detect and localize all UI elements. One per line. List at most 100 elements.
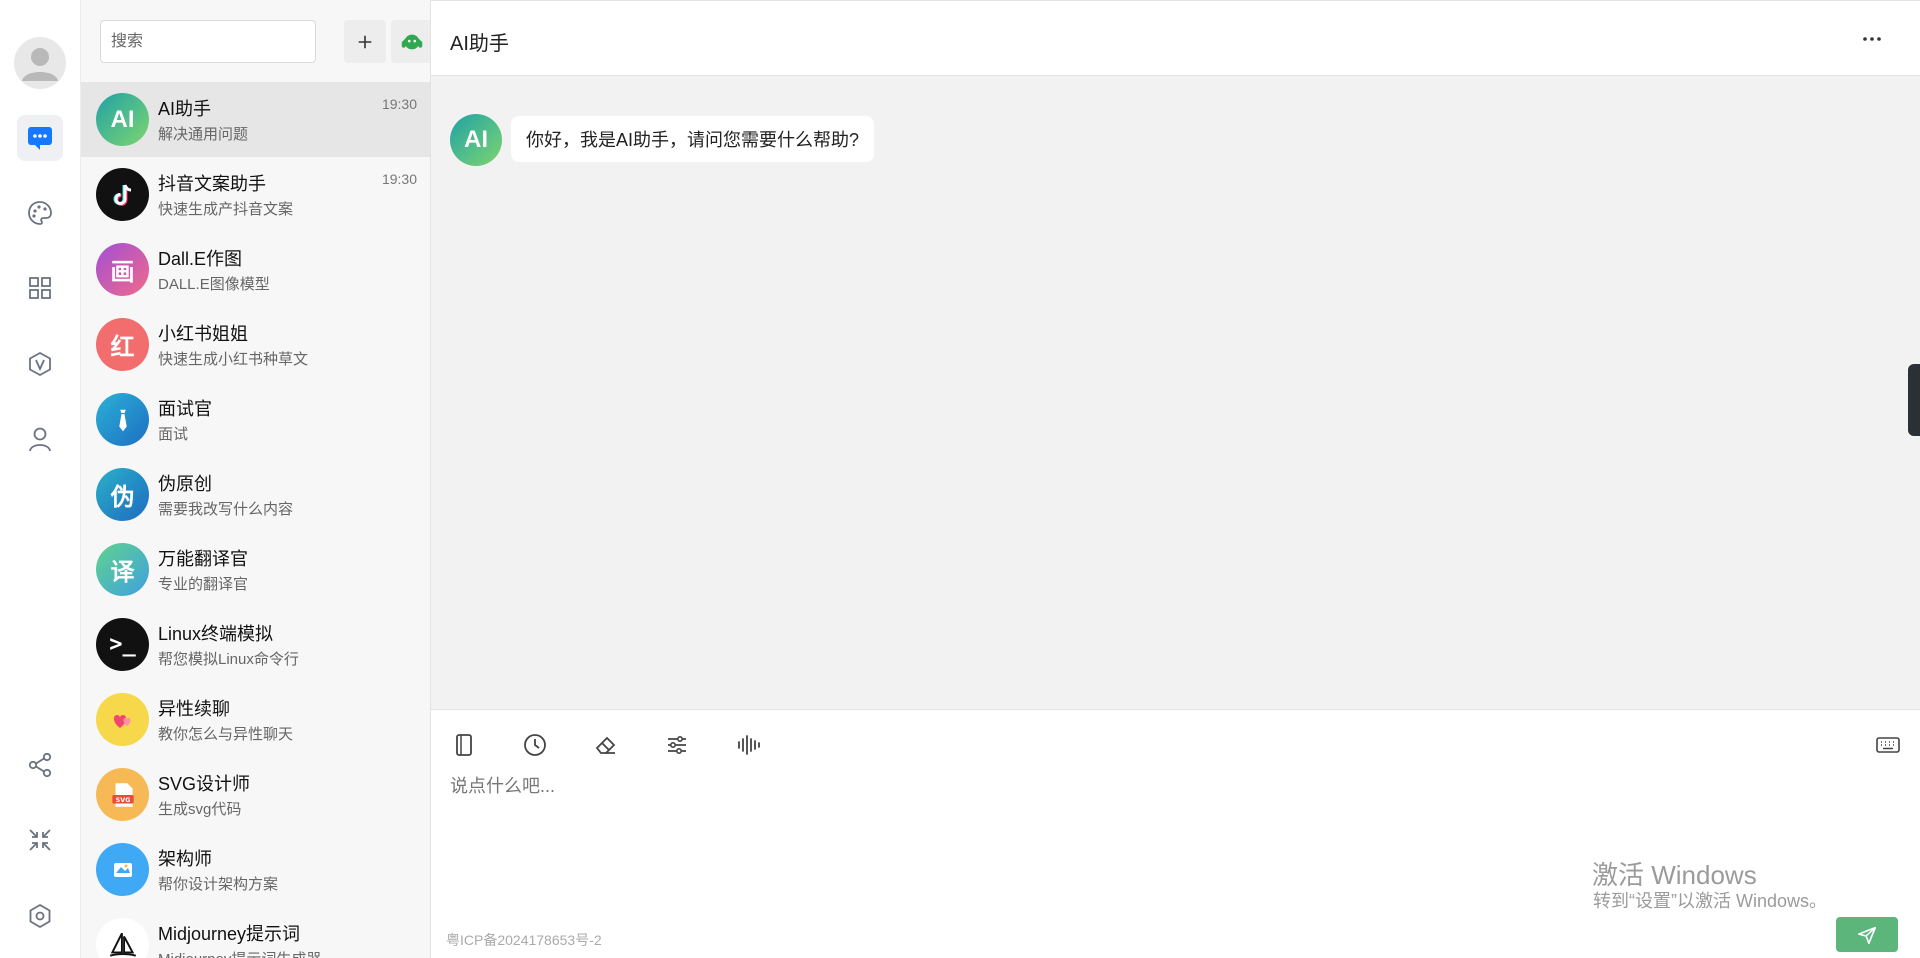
conversation-subtitle: DALL.E图像模型 bbox=[158, 276, 270, 293]
history-button[interactable] bbox=[521, 731, 549, 759]
message-area: AI 你好，我是AI助手，请问您需要什么帮助? bbox=[431, 76, 1920, 709]
icp-record-link[interactable]: 粤ICP备2024178653号-2 bbox=[446, 930, 602, 950]
conversation-avatar bbox=[96, 393, 149, 446]
settings-sliders-button[interactable] bbox=[663, 731, 691, 759]
v-badge-icon bbox=[29, 351, 51, 377]
conversation-title: 万能翻译官 bbox=[158, 549, 248, 569]
plus-icon bbox=[358, 35, 372, 48]
architecture-icon bbox=[113, 862, 132, 877]
conversation-item[interactable]: 伪 伪原创 需要我改写什么内容 bbox=[81, 457, 430, 532]
user-icon bbox=[29, 427, 51, 452]
svg-file-label: SVG bbox=[115, 795, 130, 803]
chat-title: AI助手 bbox=[450, 33, 509, 55]
conversation-avatar: >_ bbox=[96, 618, 149, 671]
chat-header: AI助手 bbox=[431, 0, 1920, 76]
conversation-item[interactable]: SVG SVG设计师 生成svg代码 bbox=[81, 757, 430, 832]
sliders-icon bbox=[668, 736, 686, 754]
support-button[interactable] bbox=[391, 20, 430, 63]
avatar-icon bbox=[22, 48, 58, 81]
conversation-avatar: AI bbox=[96, 93, 149, 146]
composer: 粤ICP备2024178653号-2 激活 Windows 转到“设置”以激活 … bbox=[431, 709, 1920, 958]
conversation-subtitle: 面试 bbox=[158, 426, 189, 443]
conversation-list: AI AI助手 解决通用问题 19:30 抖音文案助手 快速生成产抖音文案 19… bbox=[81, 82, 430, 958]
conversation-subtitle: 解决通用问题 bbox=[158, 126, 249, 143]
conversation-subtitle: 快速生成产抖音文案 bbox=[158, 201, 294, 218]
nav-palette[interactable] bbox=[17, 190, 63, 236]
add-button[interactable] bbox=[344, 20, 386, 63]
conversation-avatar bbox=[96, 918, 149, 958]
tiktok-icon bbox=[113, 183, 131, 206]
share-button[interactable] bbox=[17, 742, 63, 788]
history-icon bbox=[524, 734, 546, 756]
voice-button[interactable] bbox=[734, 731, 762, 759]
conversation-panel: AI AI助手 解决通用问题 19:30 抖音文案助手 快速生成产抖音文案 19… bbox=[81, 0, 431, 958]
conversation-item[interactable]: >_ Linux终端模拟 帮您模拟Linux命令行 bbox=[81, 607, 430, 682]
share-icon bbox=[28, 752, 52, 778]
conversation-title: Midjourney提示词 bbox=[158, 924, 301, 944]
conversation-avatar bbox=[96, 168, 149, 221]
conversation-item[interactable]: 架构师 帮你设计架构方案 bbox=[81, 832, 430, 907]
conversation-item[interactable]: AI AI助手 解决通用问题 19:30 bbox=[81, 82, 430, 157]
icon-rail bbox=[0, 0, 81, 958]
conversation-item[interactable]: 译 万能翻译官 专业的翻译官 bbox=[81, 532, 430, 607]
settings-button[interactable] bbox=[17, 893, 63, 939]
palette-icon bbox=[28, 201, 52, 225]
nav-chat[interactable] bbox=[17, 115, 63, 161]
conversation-avatar bbox=[96, 693, 149, 746]
windows-activation-subtitle: 转到“设置”以激活 Windows。 bbox=[1593, 891, 1828, 911]
notebook-button[interactable] bbox=[450, 731, 478, 759]
conversation-title: SVG设计师 bbox=[158, 774, 251, 794]
conversation-item[interactable]: Midjourney提示词 Midjourney提示词生成器 bbox=[81, 907, 430, 958]
conversation-item[interactable]: 异性续聊 教你怎么与异性聊天 bbox=[81, 682, 430, 757]
nav-user[interactable] bbox=[17, 416, 63, 462]
conversation-title: AI助手 bbox=[158, 99, 212, 119]
conversation-time: 19:30 bbox=[381, 171, 417, 187]
notebook-icon bbox=[456, 734, 472, 756]
conversation-subtitle: 帮您模拟Linux命令行 bbox=[158, 651, 299, 668]
conversation-subtitle: 生成svg代码 bbox=[158, 801, 242, 818]
conversation-item[interactable]: 红 小红书姐姐 快速生成小红书种草文 bbox=[81, 307, 430, 382]
conversation-avatar: 红 bbox=[96, 318, 149, 371]
side-panel-handle[interactable] bbox=[1908, 364, 1920, 436]
conversation-time: 19:30 bbox=[381, 96, 417, 112]
collapse-icon bbox=[29, 829, 51, 851]
more-button[interactable] bbox=[1860, 27, 1884, 51]
send-button[interactable] bbox=[1836, 917, 1898, 952]
conversation-title: Dall.E作图 bbox=[158, 249, 243, 269]
hearts-icon bbox=[113, 714, 131, 728]
conversation-item[interactable]: 画 Dall.E作图 DALL.E图像模型 bbox=[81, 232, 430, 307]
search-bar bbox=[100, 20, 430, 63]
nav-vip[interactable] bbox=[17, 341, 63, 387]
user-avatar[interactable] bbox=[14, 37, 66, 89]
conversation-title: 抖音文案助手 bbox=[158, 174, 266, 194]
conversation-avatar: SVG bbox=[96, 768, 149, 821]
collapse-button[interactable] bbox=[17, 817, 63, 863]
send-icon bbox=[1857, 926, 1877, 944]
necktie-icon bbox=[118, 409, 127, 431]
svg-file-icon: SVG bbox=[111, 782, 134, 807]
eraser-icon bbox=[595, 736, 616, 754]
conversation-avatar: 译 bbox=[96, 543, 149, 596]
conversation-title: 异性续聊 bbox=[158, 699, 230, 719]
search-input[interactable] bbox=[100, 20, 316, 63]
conversation-subtitle: 需要我改写什么内容 bbox=[158, 501, 294, 518]
voice-wave-icon bbox=[738, 735, 760, 755]
keyboard-icon bbox=[1876, 737, 1900, 753]
apps-grid-icon bbox=[29, 277, 51, 299]
conversation-title: Linux终端模拟 bbox=[158, 624, 274, 644]
conversation-subtitle: 专业的翻译官 bbox=[158, 576, 249, 593]
sailboat-icon bbox=[109, 932, 136, 957]
conversation-title: 架构师 bbox=[158, 849, 212, 869]
conversation-item[interactable]: 面试官 面试 bbox=[81, 382, 430, 457]
conversation-avatar: 画 bbox=[96, 243, 149, 296]
settings-icon bbox=[29, 903, 51, 929]
conversation-title: 伪原创 bbox=[158, 474, 212, 494]
keyboard-button[interactable] bbox=[1874, 731, 1902, 759]
support-agent-icon bbox=[401, 34, 423, 49]
conversation-subtitle: 帮你设计架构方案 bbox=[158, 876, 279, 893]
conversation-subtitle: 快速生成小红书种草文 bbox=[158, 351, 309, 368]
nav-apps[interactable] bbox=[17, 265, 63, 311]
eraser-button[interactable] bbox=[592, 731, 620, 759]
conversation-subtitle: 教你怎么与异性聊天 bbox=[158, 726, 294, 743]
conversation-item[interactable]: 抖音文案助手 快速生成产抖音文案 19:30 bbox=[81, 157, 430, 232]
